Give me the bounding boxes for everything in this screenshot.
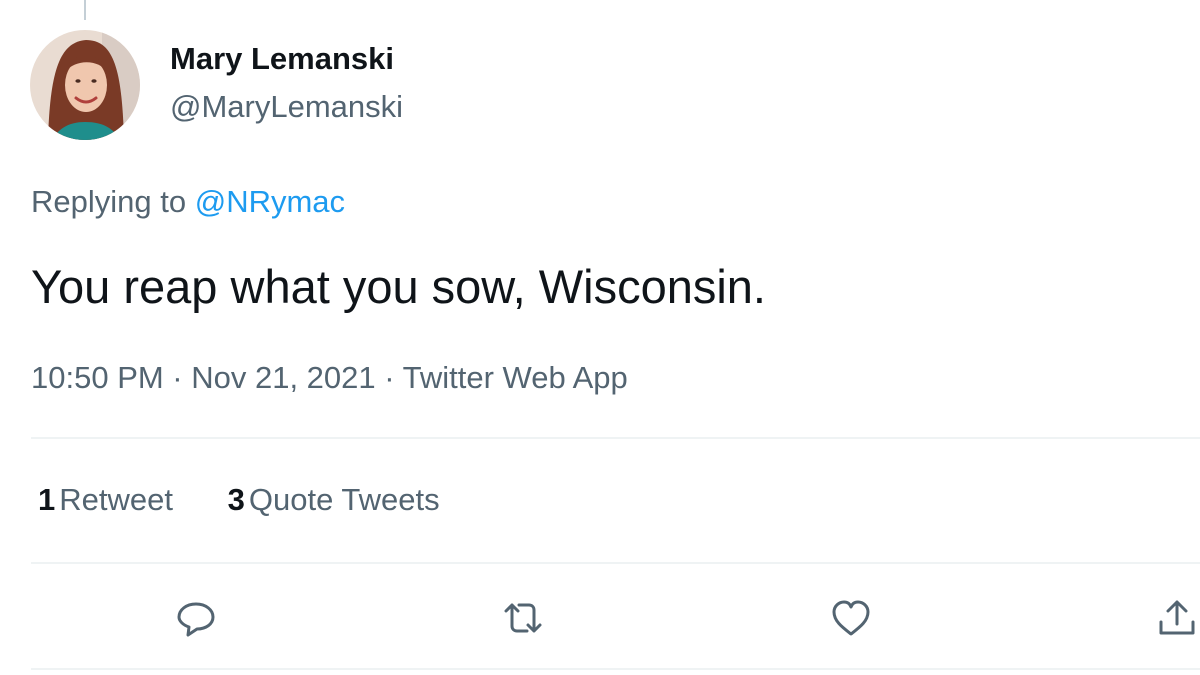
reply-icon	[177, 602, 215, 637]
tweet-text: You reap what you sow, Wisconsin.	[31, 260, 766, 313]
tweet-card: Mary Lemanski @MaryLemanski Replying to …	[0, 0, 1200, 675]
replying-to-label: Replying to	[31, 184, 187, 219]
replying-to-mention-link[interactable]: @NRymac	[195, 184, 345, 219]
thread-connector-line	[84, 0, 86, 20]
retweet-button[interactable]	[501, 596, 545, 640]
share-icon	[1159, 600, 1195, 635]
quote-tweets-stat-link[interactable]: 3 Quote Tweets	[228, 482, 440, 517]
quote-tweets-label: Quote Tweets	[248, 482, 440, 517]
like-icon	[832, 600, 870, 636]
like-button[interactable]	[829, 596, 873, 640]
display-name[interactable]: Mary Lemanski	[170, 41, 394, 77]
share-button[interactable]	[1155, 596, 1199, 640]
tweet-timestamp-source[interactable]: 10:50 PM · Nov 21, 2021 · Twitter Web Ap…	[31, 360, 628, 396]
retweets-label: Retweet	[59, 482, 173, 517]
divider	[31, 562, 1200, 564]
user-handle[interactable]: @MaryLemanski	[170, 89, 403, 125]
engagement-stats: 1 Retweet 3 Quote Tweets	[38, 482, 486, 518]
reply-button[interactable]	[174, 596, 218, 640]
divider	[31, 668, 1200, 670]
avatar[interactable]	[30, 30, 140, 140]
retweets-count: 1	[38, 482, 56, 517]
replying-to-line: Replying to @NRymac	[31, 184, 345, 220]
divider	[31, 437, 1200, 439]
quote-tweets-count: 3	[227, 482, 245, 517]
retweets-stat-link[interactable]: 1 Retweet	[38, 482, 173, 517]
retweet-icon	[504, 603, 542, 633]
